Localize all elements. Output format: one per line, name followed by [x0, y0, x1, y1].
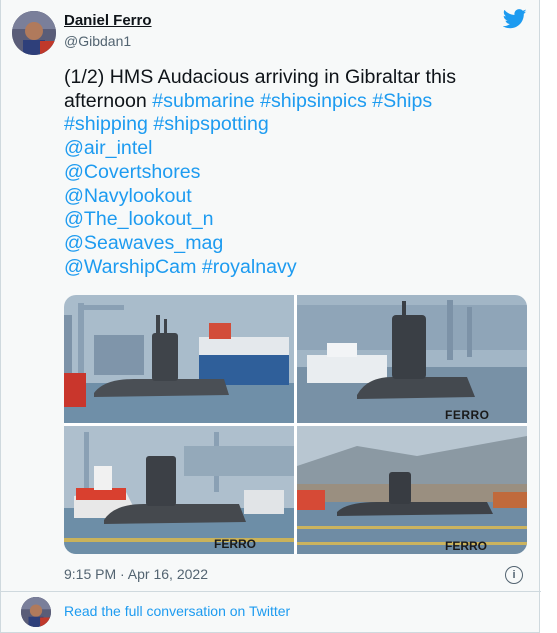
footer-avatar[interactable] [21, 597, 51, 627]
tweet-timestamp[interactable]: 9:15 PM · Apr 16, 2022 [64, 566, 208, 582]
mention-link[interactable]: @Covertshores [64, 161, 200, 183]
footer-divider [1, 591, 541, 592]
read-conversation-link[interactable]: Read the full conversation on Twitter [64, 603, 290, 619]
mention-link[interactable]: @Navylookout [64, 185, 192, 207]
photo-watermark: FERRO [445, 408, 490, 422]
photo-watermark: FERRO [445, 539, 487, 553]
photo-watermark: FERRO [214, 537, 256, 551]
hashtag-link[interactable]: #shipsinpics [260, 90, 367, 112]
tweet-text: (1/2) HMS Audacious arriving in Gibralta… [64, 66, 504, 279]
tweet-card: Daniel Ferro @Gibdan1 (1/2) HMS Audaciou… [0, 0, 541, 633]
mention-link[interactable]: @WarshipCam [64, 256, 196, 278]
author-handle[interactable]: @Gibdan1 [64, 33, 131, 49]
submarine-photo-1[interactable] [64, 295, 294, 423]
hashtag-link[interactable]: #shipping [64, 113, 148, 135]
info-icon[interactable]: i [505, 566, 523, 584]
submarine-photo-4[interactable]: FERRO [297, 426, 527, 554]
mention-link[interactable]: @The_lookout_n [64, 208, 214, 230]
submarine-photo-3[interactable]: FERRO [64, 426, 294, 554]
hashtag-link[interactable]: #royalnavy [202, 256, 297, 278]
twitter-bird-icon[interactable] [502, 9, 527, 29]
author-avatar[interactable] [12, 11, 56, 55]
hashtag-link[interactable]: #submarine [152, 90, 254, 112]
submarine-photo-2[interactable]: FERRO [297, 295, 527, 423]
tweet-media-grid: FERRO FERRO FERRO [64, 295, 527, 554]
hashtag-link[interactable]: #Ships [372, 90, 432, 112]
mention-link[interactable]: @air_intel [64, 137, 153, 159]
hashtag-link[interactable]: #shipspotting [153, 113, 268, 135]
author-name[interactable]: Daniel Ferro [64, 12, 152, 29]
mention-link[interactable]: @Seawaves_mag [64, 232, 223, 254]
